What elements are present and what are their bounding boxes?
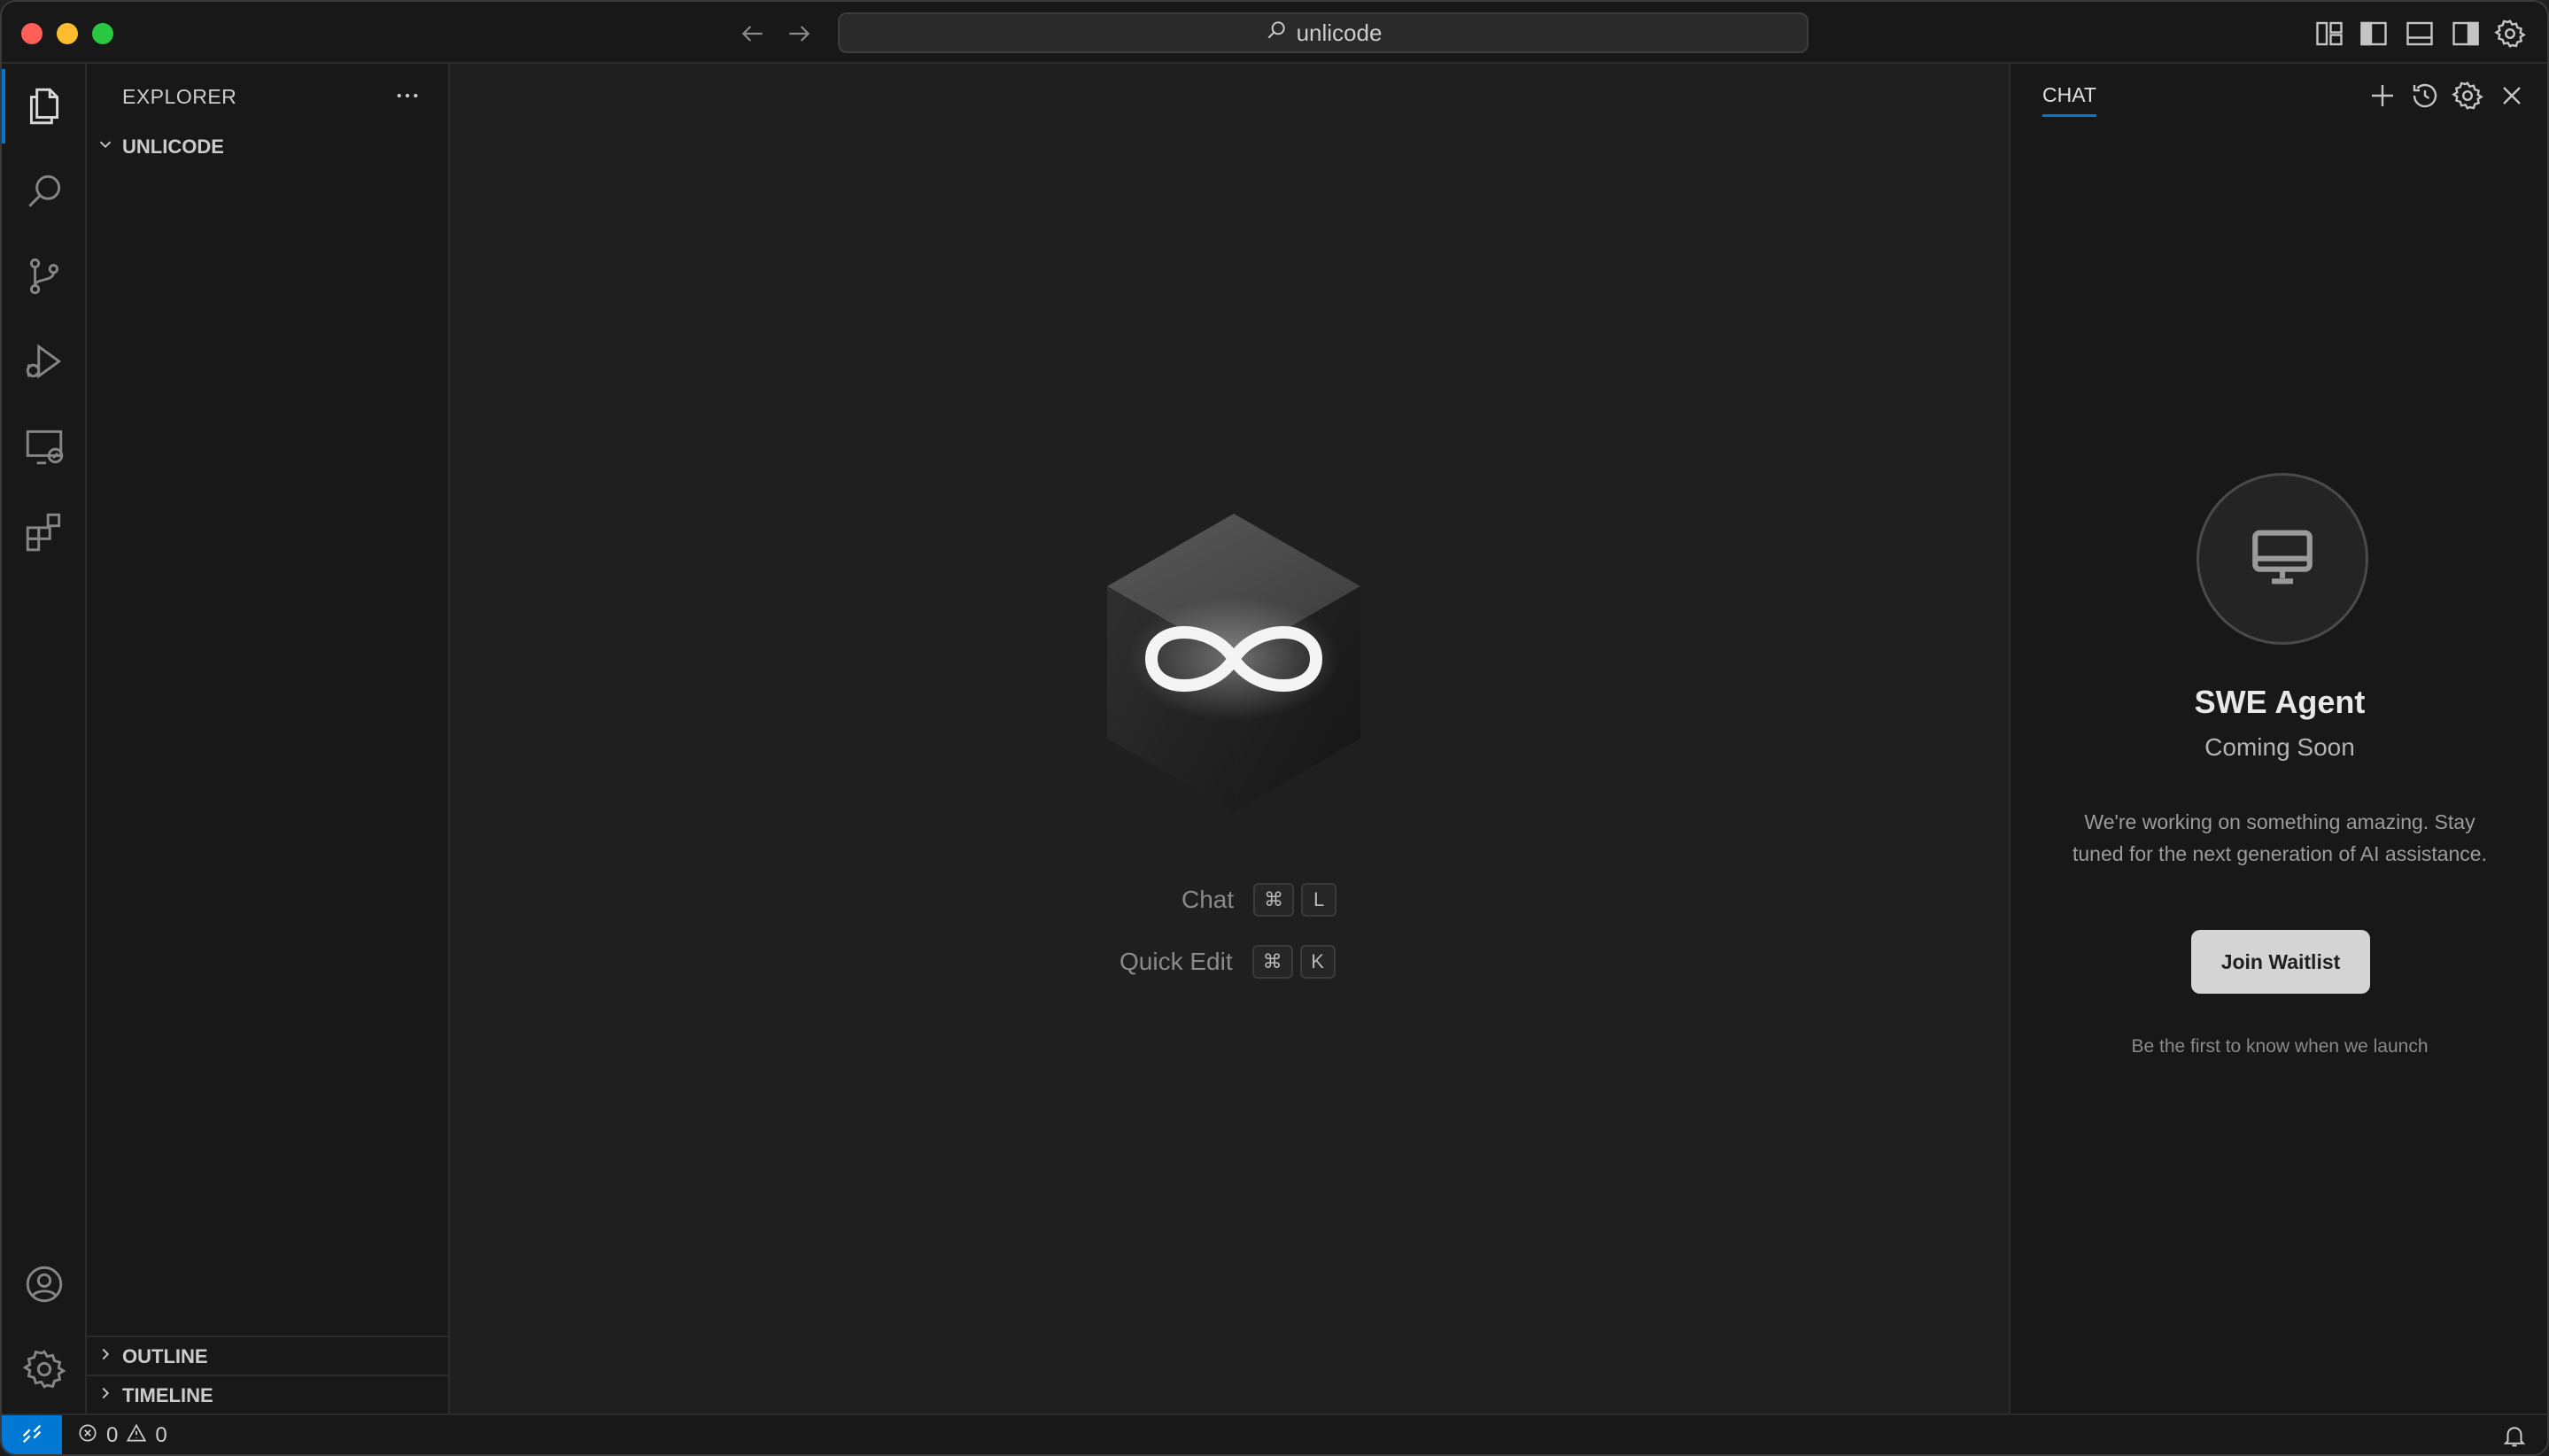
agent-subtitle: Coming Soon xyxy=(2204,733,2355,761)
notifications-bell-icon[interactable] xyxy=(2501,1422,2528,1449)
search-icon[interactable] xyxy=(2,149,87,234)
run-debug-icon[interactable] xyxy=(2,319,87,404)
agent-avatar xyxy=(2196,473,2368,645)
window-maximize-button[interactable] xyxy=(92,23,113,44)
shortcut-quick-edit-label: Quick Edit xyxy=(1120,948,1233,975)
back-arrow-icon[interactable] xyxy=(739,19,767,48)
remote-connection-icon xyxy=(19,1421,44,1451)
manage-gear-icon[interactable] xyxy=(2,1327,87,1412)
monitor-icon xyxy=(2246,521,2319,598)
folder-header-unlicode[interactable]: UNLICODE xyxy=(87,128,448,167)
customize-layout-icon[interactable] xyxy=(2313,18,2345,50)
status-bar: 0 0 xyxy=(2,1413,2547,1454)
settings-gear-icon[interactable] xyxy=(2494,18,2526,50)
chat-panel: CHAT SWE Agent Coming Soon We're working… xyxy=(2009,64,2547,1413)
problems-indicator[interactable]: 0 0 xyxy=(76,1415,167,1454)
extensions-icon[interactable] xyxy=(2,489,87,574)
explorer-sidebar: EXPLORER UNLICODE OUTLINE TIMELINE xyxy=(87,64,450,1413)
section-timeline-label: TIMELINE xyxy=(122,1384,213,1406)
command-center-search[interactable]: unlicode xyxy=(838,12,1809,53)
window-minimize-button[interactable] xyxy=(57,23,78,44)
more-actions-icon[interactable] xyxy=(393,81,422,110)
folder-name: UNLICODE xyxy=(122,136,224,158)
infinity-cube-logo xyxy=(1107,514,1360,811)
section-timeline[interactable]: TIMELINE xyxy=(87,1376,448,1415)
section-outline-label: OUTLINE xyxy=(122,1345,208,1367)
shortcut-key: L xyxy=(1301,883,1337,917)
shortcut-quick-edit: Quick Edit ⌘ K xyxy=(1120,944,1336,980)
error-icon xyxy=(76,1421,99,1451)
warning-count: 0 xyxy=(155,1423,167,1447)
window-close-button[interactable] xyxy=(21,23,43,44)
toggle-secondary-sidebar-icon[interactable] xyxy=(2450,18,2482,50)
remote-indicator-button[interactable] xyxy=(2,1415,62,1454)
agent-description: We're working on something amazing. Stay… xyxy=(2073,810,2487,865)
tab-chat[interactable]: CHAT xyxy=(2042,83,2096,117)
app-window: unlicode EXPLORER UNLICODE OUTLINE TIMEL… xyxy=(0,0,2549,1456)
sidebar-title: EXPLORER xyxy=(122,85,237,108)
new-chat-plus-icon[interactable] xyxy=(2367,80,2398,112)
command-center-text: unlicode xyxy=(1296,19,1383,46)
join-waitlist-button[interactable]: Join Waitlist xyxy=(2191,930,2370,994)
error-count: 0 xyxy=(106,1423,119,1447)
toggle-panel-icon[interactable] xyxy=(2404,18,2436,50)
shortcut-key: ⌘ xyxy=(1253,883,1295,917)
shortcut-key: ⌘ xyxy=(1251,945,1293,979)
explorer-files-icon[interactable] xyxy=(2,64,87,149)
search-icon xyxy=(1265,19,1288,48)
warning-icon xyxy=(125,1421,148,1451)
agent-note: Be the first to know when we launch xyxy=(2131,1036,2429,1057)
chevron-right-icon xyxy=(87,1383,122,1408)
toggle-primary-sidebar-icon[interactable] xyxy=(2358,18,2390,50)
remote-explorer-icon[interactable] xyxy=(2,404,87,489)
activity-bar xyxy=(2,64,87,1413)
section-outline[interactable]: OUTLINE xyxy=(87,1337,448,1376)
close-icon[interactable] xyxy=(2496,80,2528,112)
shortcut-key: K xyxy=(1299,945,1336,979)
account-icon[interactable] xyxy=(2,1242,87,1327)
shortcut-chat: Chat ⌘ L xyxy=(1182,882,1337,918)
shortcut-chat-label: Chat xyxy=(1182,886,1235,913)
history-icon[interactable] xyxy=(2409,80,2441,112)
agent-title: SWE Agent xyxy=(2194,684,2366,720)
editor-area: Chat ⌘ L Quick Edit ⌘ K xyxy=(450,64,2009,1413)
chevron-right-icon xyxy=(87,1344,122,1369)
title-bar: unlicode xyxy=(2,2,2547,64)
chat-settings-gear-icon[interactable] xyxy=(2452,80,2483,112)
source-control-icon[interactable] xyxy=(2,234,87,319)
chevron-down-icon xyxy=(87,135,122,159)
forward-arrow-icon[interactable] xyxy=(785,19,813,48)
